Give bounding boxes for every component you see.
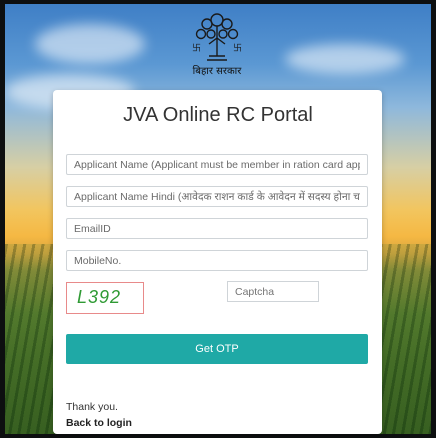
applicant-name-hindi-input[interactable] [66, 186, 368, 207]
page-title: JVA Online RC Portal [123, 104, 313, 126]
svg-text:卐: 卐 [192, 43, 201, 54]
captcha-code: L392 [77, 287, 122, 307]
thanks-text: Thank you. [66, 401, 118, 413]
cloud [35, 24, 145, 64]
back-to-login-link[interactable]: Back to login [66, 417, 132, 429]
email-input[interactable] [66, 218, 368, 239]
svg-text:卐: 卐 [233, 43, 242, 54]
captcha-input[interactable] [227, 281, 319, 302]
emblem-caption: बिहार सरकार [192, 66, 242, 77]
cloud [285, 44, 405, 74]
applicant-name-input[interactable] [66, 154, 368, 175]
get-otp-button[interactable]: Get OTP [66, 334, 368, 364]
mobile-input[interactable] [66, 250, 368, 271]
captcha-image: L392 [66, 282, 144, 314]
